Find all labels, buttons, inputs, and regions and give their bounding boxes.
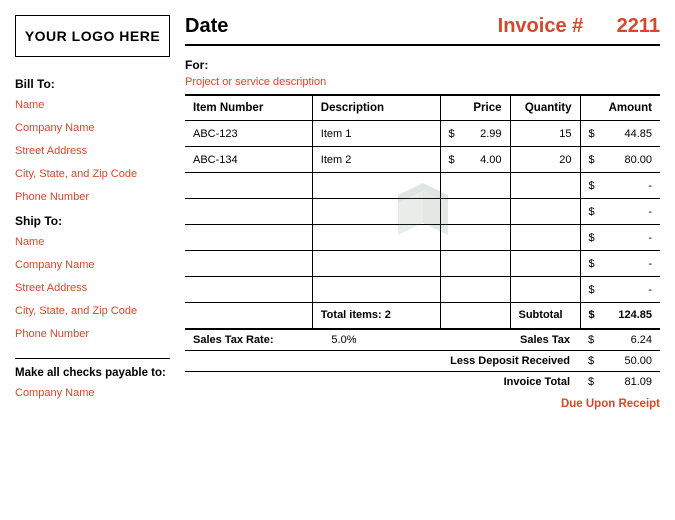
cell-quantity: 20 xyxy=(510,147,580,173)
tax-rate-value: 5.0% xyxy=(323,330,382,351)
ship-to-heading: Ship To: xyxy=(15,214,170,228)
for-label: For: xyxy=(185,58,660,72)
currency-symbol: $ xyxy=(588,355,594,367)
total-items-label: Total items: 2 xyxy=(312,303,440,329)
cell-item-number: ABC-123 xyxy=(185,121,312,147)
cell-price: $2.99 xyxy=(440,121,510,147)
cell-description: Item 2 xyxy=(312,147,440,173)
invoice-total-label: Invoice Total xyxy=(382,371,580,392)
logo-placeholder: YOUR LOGO HERE xyxy=(15,15,170,57)
bill-to-heading: Bill To: xyxy=(15,77,170,91)
subtotal-value: $124.85 xyxy=(580,303,660,329)
less-deposit-value: 50.00 xyxy=(624,355,652,367)
col-item-number: Item Number xyxy=(185,95,312,121)
bill-to-city: City, State, and Zip Code xyxy=(15,168,170,180)
subtotal-label: Subtotal xyxy=(510,303,580,329)
ship-to-phone: Phone Number xyxy=(15,328,170,340)
line-items-table: Item Number Description Price Quantity A… xyxy=(185,94,660,330)
checks-payable-label: Make all checks payable to: xyxy=(15,358,170,379)
bill-to-street: Street Address xyxy=(15,145,170,157)
cell-price: $4.00 xyxy=(440,147,510,173)
bill-to-company: Company Name xyxy=(15,122,170,134)
cell-amount: $80.00 xyxy=(580,147,660,173)
currency-symbol: $ xyxy=(588,334,594,346)
ship-to-city: City, State, and Zip Code xyxy=(15,305,170,317)
bill-to-name: Name xyxy=(15,99,170,111)
col-quantity: Quantity xyxy=(510,95,580,121)
checks-payable-value: Company Name xyxy=(15,387,170,399)
date-label: Date xyxy=(185,15,228,38)
invoice-total-value: 81.09 xyxy=(624,376,652,388)
table-row-empty: $- xyxy=(185,199,660,225)
col-description: Description xyxy=(312,95,440,121)
bill-to-phone: Phone Number xyxy=(15,191,170,203)
table-row: ABC-134Item 2$4.0020$80.00 xyxy=(185,147,660,173)
table-row-empty: $- xyxy=(185,251,660,277)
ship-to-name: Name xyxy=(15,236,170,248)
invoice-number-value: 2211 xyxy=(617,15,660,37)
currency-symbol: $ xyxy=(588,376,594,388)
invoice-number-label: Invoice # xyxy=(498,15,584,37)
ship-to-company: Company Name xyxy=(15,259,170,271)
table-row: ABC-123Item 1$2.9915$44.85 xyxy=(185,121,660,147)
for-description: Project or service description xyxy=(185,76,660,88)
table-row-empty: $- xyxy=(185,225,660,251)
cell-quantity: 15 xyxy=(510,121,580,147)
totals-row: Total items: 2 Subtotal$124.85 xyxy=(185,303,660,329)
col-price: Price xyxy=(440,95,510,121)
col-amount: Amount xyxy=(580,95,660,121)
cell-description: Item 1 xyxy=(312,121,440,147)
table-row-empty: $- xyxy=(185,277,660,303)
cell-amount: $44.85 xyxy=(580,121,660,147)
tax-rate-label: Sales Tax Rate: xyxy=(185,330,323,351)
cell-item-number: ABC-134 xyxy=(185,147,312,173)
due-upon-receipt-note: Due Upon Receipt xyxy=(185,398,660,410)
sales-tax-value: 6.24 xyxy=(631,334,652,346)
sales-tax-label: Sales Tax xyxy=(382,330,580,351)
less-deposit-label: Less Deposit Received xyxy=(382,350,580,371)
ship-to-street: Street Address xyxy=(15,282,170,294)
table-row-empty: $- xyxy=(185,173,660,199)
